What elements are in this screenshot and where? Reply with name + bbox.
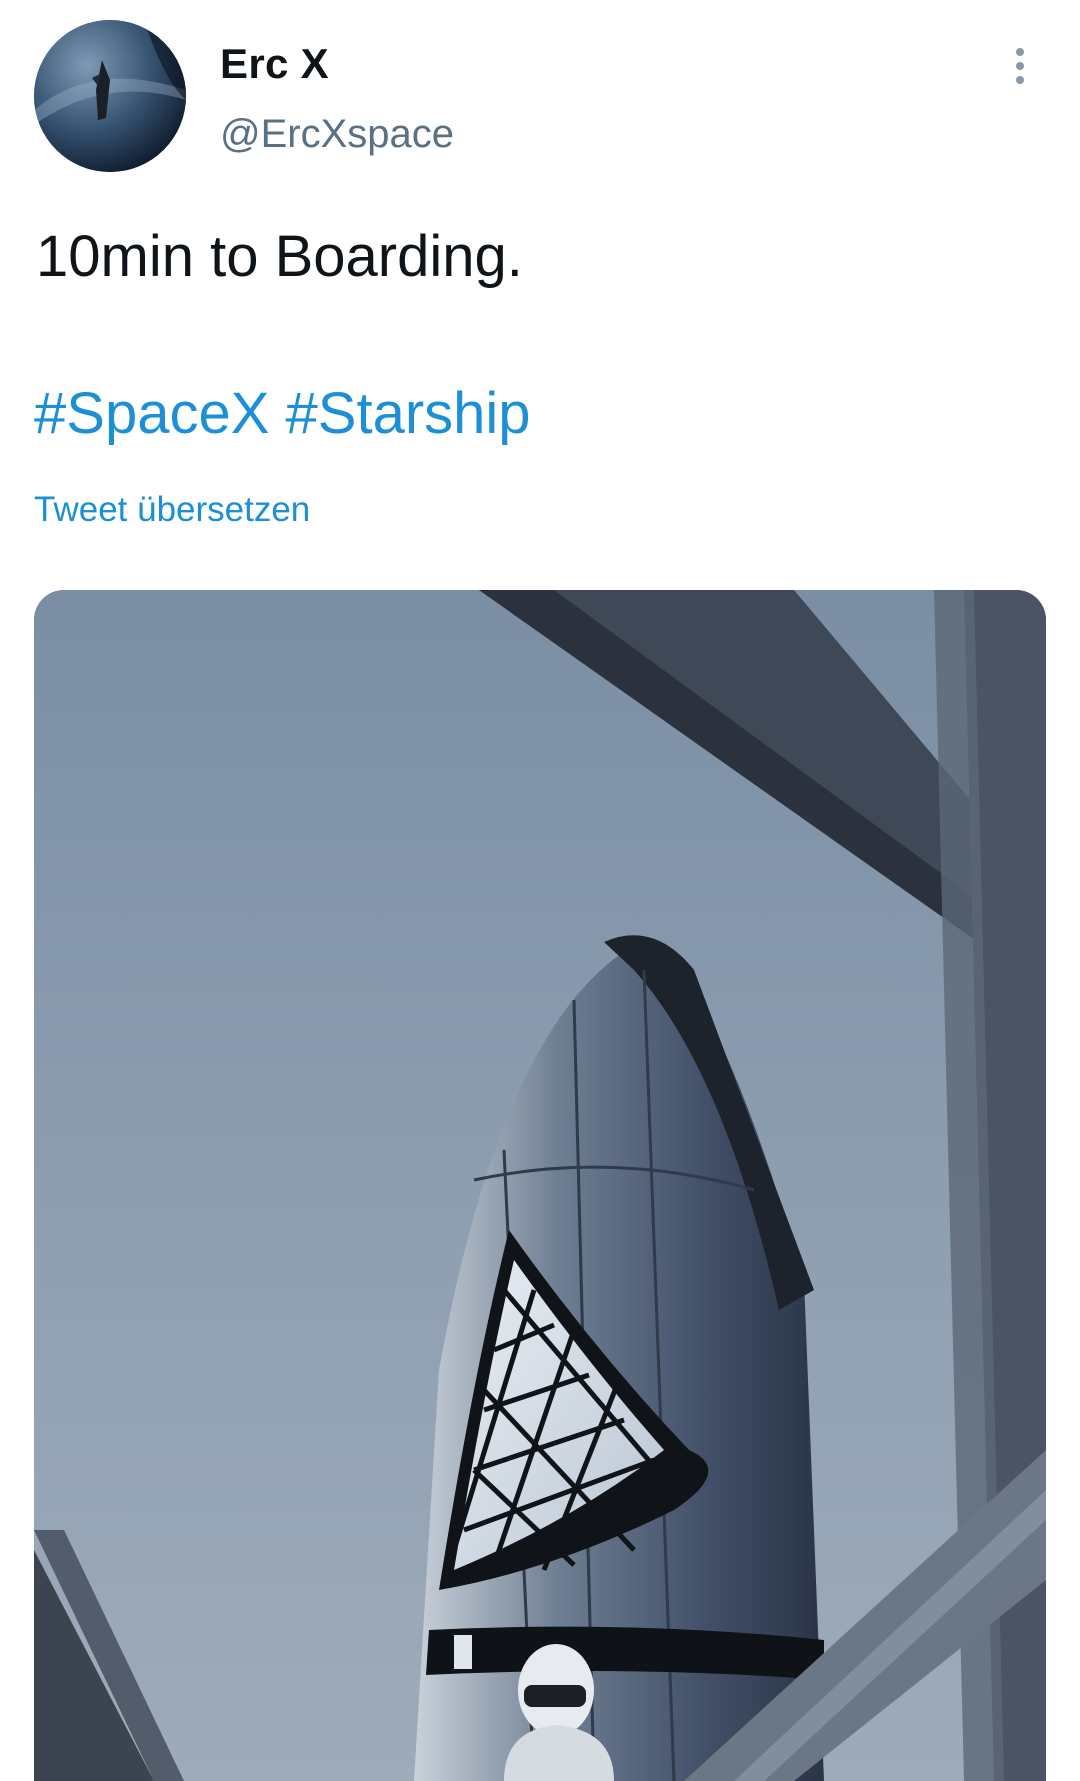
more-dot: [1016, 62, 1024, 70]
avatar-rocket-image: [34, 20, 186, 172]
tweet-header: Erc X @ErcXspace: [0, 0, 1080, 200]
author-avatar[interactable]: [34, 20, 186, 172]
more-dot: [1016, 76, 1024, 84]
tweet-text: 10min to Boarding.: [36, 224, 523, 289]
author-display-name[interactable]: Erc X: [220, 40, 329, 88]
tweet-media-image[interactable]: [34, 590, 1046, 1781]
starship-boarding-image: [34, 590, 1046, 1781]
more-dot: [1016, 48, 1024, 56]
hashtag-link[interactable]: #Starship: [286, 381, 531, 446]
author-handle[interactable]: @ErcXspace: [220, 112, 454, 157]
more-options-icon[interactable]: [1000, 46, 1040, 86]
translate-tweet-link[interactable]: Tweet übersetzen: [34, 490, 310, 530]
hashtag-link[interactable]: #SpaceX: [34, 381, 269, 446]
hashtag-row: #SpaceX #Starship: [34, 380, 531, 447]
